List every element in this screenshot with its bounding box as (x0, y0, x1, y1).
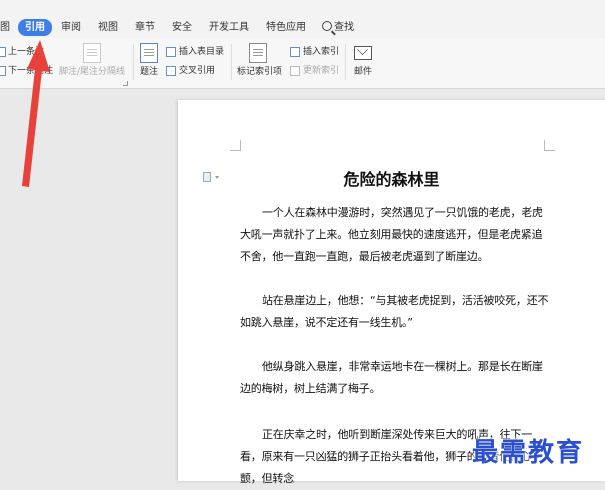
ribbon-toolbar: 上一条注 下一条尾注 脚注/尾注分隔线 题注 插入表目录 交叉引用 标记索引项 … (0, 38, 605, 89)
tab-find-label: 查找 (334, 22, 354, 33)
tab-references[interactable]: 引用 (18, 19, 52, 36)
tab-security[interactable]: 安全 (172, 20, 192, 36)
ribbon-divider (345, 44, 346, 80)
paragraph: 他纵身跳入悬崖，非常幸运地卡在一棵树上。那是长在断崖边的梅树，树上结满了梅子。 (240, 360, 543, 395)
footnote-group-dialog-launcher[interactable] (123, 81, 128, 86)
next-footnote-icon (0, 66, 6, 76)
document-title: 危险的森林里 (343, 170, 440, 189)
search-icon (322, 21, 332, 31)
tab-review[interactable]: 审阅 (61, 20, 81, 36)
insert-table-of-figures-icon (166, 47, 176, 57)
paragraph: 站在悬崖边上，他想：“与其被老虎捉到，活活被咬死，还不如跳入悬崖，说不定还有一线… (240, 294, 549, 329)
separator-line-icon (83, 43, 101, 63)
mark-index-entry-icon (249, 43, 267, 63)
mail-icon (354, 46, 372, 60)
caption-button[interactable]: 题注 (140, 66, 158, 78)
tab-view[interactable]: 视图 (98, 20, 118, 36)
insert-index-icon (290, 47, 300, 57)
menu-tab-bar: 图 引用 审阅 视图 章节 安全 开发工具 特色应用 查找 (0, 0, 605, 38)
ribbon-divider (133, 44, 134, 80)
page-crop-mark (230, 140, 241, 151)
mark-index-entry-button[interactable]: 标记索引项 (237, 66, 282, 78)
caption-icon (140, 43, 158, 63)
footnote-separator-line-button[interactable]: 脚注/尾注分隔线 (59, 66, 125, 78)
insert-table-of-figures-button[interactable]: 插入表目录 (179, 46, 224, 58)
prev-footnote-icon (0, 47, 6, 57)
ribbon-divider (231, 44, 232, 80)
update-index-icon (290, 66, 300, 76)
tab-find[interactable]: 查找 (322, 20, 354, 36)
insert-index-button[interactable]: 插入索引 (303, 46, 339, 58)
cross-reference-button[interactable]: 交叉引用 (179, 65, 215, 77)
cross-reference-icon (166, 66, 176, 76)
pointer-arrow-icon (22, 40, 50, 187)
document-page[interactable]: 危险的森林里 一个人在森林中漫游时，突然遇见了一只饥饿的老虎，老虎大吼一声就扑了… (178, 100, 605, 485)
tab-developer-tools[interactable]: 开发工具 (209, 20, 249, 36)
update-index-button[interactable]: 更新索引 (303, 65, 339, 77)
watermark-logo: 最需教育 (472, 438, 585, 468)
paragraph: 一个人在森林中漫游时，突然遇见了一只饥饿的老虎，老虎大吼一声就扑了上来。他立刻用… (240, 206, 543, 263)
page-crop-mark (544, 140, 555, 151)
mail-button[interactable]: 邮件 (354, 66, 372, 78)
tab-layout[interactable]: 图 (0, 20, 10, 36)
tab-chapter[interactable]: 章节 (135, 20, 155, 36)
tab-special-apps[interactable]: 特色应用 (266, 20, 306, 36)
